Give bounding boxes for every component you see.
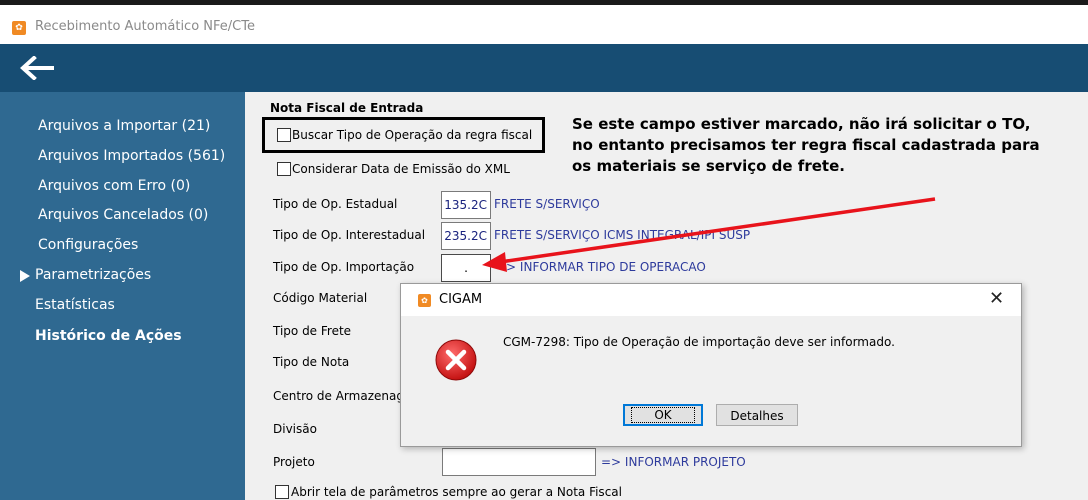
window-title: Recebimento Automático NFe/CTe — [35, 19, 255, 34]
projeto-description: => INFORMAR PROJETO — [601, 455, 746, 469]
expand-triangle-icon[interactable] — [20, 270, 30, 282]
annotation-line: no entanto precisamos ter regra fiscal c… — [572, 136, 1040, 154]
codigo-material-label: Código Material — [273, 291, 368, 305]
abrir-tela-parametros-checkbox[interactable] — [275, 485, 289, 499]
abrir-tela-parametros-label: Abrir tela de parâmetros sempre ao gerar… — [291, 485, 622, 499]
sidebar-item-historico-de-acoes[interactable]: Histórico de Ações — [35, 328, 182, 344]
interestadual-label: Tipo de Op. Interestadual — [273, 228, 426, 242]
close-icon[interactable]: ✕ — [989, 288, 1004, 309]
section-title: Nota Fiscal de Entrada — [270, 101, 424, 115]
sidebar-item-estatisticas[interactable]: Estatísticas — [35, 297, 115, 313]
sidebar-item-configuracoes[interactable]: Configurações — [38, 237, 138, 253]
sidebar-item-arquivos-com-erro[interactable]: Arquivos com Erro (0) — [38, 178, 190, 194]
sidebar: Arquivos a Importar (21) Arquivos Import… — [0, 92, 245, 500]
tipo-frete-label: Tipo de Frete — [273, 324, 352, 338]
considerar-data-emissao-checkbox[interactable] — [277, 162, 291, 176]
projeto-input[interactable] — [442, 448, 596, 476]
details-button[interactable]: Detalhes — [716, 404, 798, 426]
cigam-logo-icon: ✿ — [418, 294, 431, 307]
annotation-line: Se este campo estiver marcado, não irá s… — [572, 115, 1031, 133]
annotation-line: os materiais se serviço de frete. — [572, 157, 845, 175]
annotation-text: Se este campo estiver marcado, não irá s… — [572, 114, 1072, 177]
projeto-label: Projeto — [273, 455, 315, 469]
centro-armazenagem-label: Centro de Armazenag — [273, 389, 404, 403]
app-header — [0, 44, 1088, 92]
dialog-message: CGM-7298: Tipo de Operação de importação… — [503, 335, 895, 349]
considerar-data-emissao-label: Considerar Data de Emissão do XML — [292, 162, 510, 176]
divisao-label: Divisão — [273, 422, 317, 436]
tipo-nota-label: Tipo de Nota — [273, 355, 350, 369]
interestadual-input[interactable]: 235.2C — [441, 222, 491, 250]
estadual-input[interactable]: 135.2C — [441, 191, 491, 219]
estadual-description: FRETE S/SERVIÇO — [494, 197, 600, 211]
cigam-logo-icon: ✿ — [12, 21, 26, 35]
dialog-titlebar: ✿ CIGAM ✕ — [401, 284, 1021, 316]
annotation-highlight-box — [262, 117, 545, 153]
interestadual-description: FRETE S/SERVIÇO ICMS INTEGRAL/IPI SUSP — [494, 228, 751, 242]
sidebar-item-parametrizacoes[interactable]: Parametrizações — [35, 267, 151, 283]
sidebar-item-arquivos-cancelados[interactable]: Arquivos Cancelados (0) — [38, 207, 208, 223]
error-icon — [435, 339, 477, 381]
back-arrow-icon[interactable] — [20, 56, 56, 80]
importacao-input[interactable]: . — [441, 254, 491, 282]
estadual-label: Tipo de Op. Estadual — [273, 197, 398, 211]
dialog-title: CIGAM — [439, 292, 483, 307]
importacao-label: Tipo de Op. Importação — [273, 260, 415, 274]
sidebar-item-arquivos-importados[interactable]: Arquivos Importados (561) — [38, 148, 225, 164]
ok-button[interactable]: OK — [623, 404, 703, 426]
window-titlebar: ✿ Recebimento Automático NFe/CTe — [0, 5, 1088, 44]
importacao-description: => INFORMAR TIPO DE OPERACAO — [496, 260, 706, 274]
error-dialog: ✿ CIGAM ✕ CGM-7298: Tipo de Operação de … — [400, 283, 1022, 447]
sidebar-item-arquivos-a-importar[interactable]: Arquivos a Importar (21) — [38, 118, 210, 134]
